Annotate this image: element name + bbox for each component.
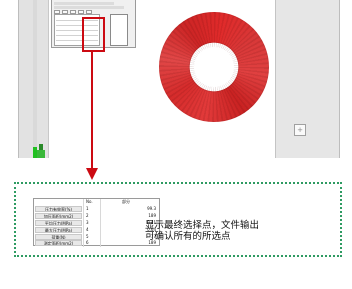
plus-icon[interactable]: + bbox=[294, 124, 306, 136]
row-label: 测定面积(mm2) bbox=[35, 240, 82, 246]
row-label: 加压面积(mm2) bbox=[35, 213, 82, 219]
row-label: 压力有效率(%) bbox=[35, 206, 82, 212]
table-row[interactable]: 加压面积(mm2) 2 189 bbox=[34, 213, 161, 220]
header-no: No. bbox=[86, 199, 93, 204]
row-value: 99.3 bbox=[147, 206, 156, 211]
table-row[interactable]: 最大压力(MPa) 4 0.64 bbox=[34, 227, 161, 234]
scale-tick bbox=[21, 118, 29, 124]
ring-hole bbox=[194, 47, 234, 87]
dialog-option-row[interactable] bbox=[54, 2, 114, 5]
row-number: 1 bbox=[86, 206, 89, 211]
dialog-option-row[interactable] bbox=[54, 6, 124, 9]
row-number: 4 bbox=[86, 227, 89, 232]
table-row[interactable]: 压力有效率(%) 1 99.3 bbox=[34, 206, 161, 213]
row-label: 最大压力(MPa) bbox=[35, 227, 82, 233]
note-line-1: 显示最终选择点，文件输出 bbox=[145, 220, 260, 231]
scale-tick bbox=[21, 38, 29, 44]
selection-highlight bbox=[82, 17, 105, 52]
right-panel: + bbox=[275, 0, 339, 158]
scale-tick bbox=[21, 78, 29, 84]
note-line-2: 可确认所有的所选点 bbox=[145, 231, 231, 242]
row-value: 189 bbox=[148, 213, 156, 218]
table-row[interactable]: 平均压力(MPa) 3 0.41 bbox=[34, 220, 161, 227]
scale-tick bbox=[21, 138, 29, 144]
pressure-scale-bar bbox=[19, 0, 49, 158]
scale-tick bbox=[21, 58, 29, 64]
dialog-part-column bbox=[110, 14, 128, 46]
row-number: 6 bbox=[86, 240, 89, 245]
row-number: 3 bbox=[86, 220, 89, 225]
row-number: 2 bbox=[86, 213, 89, 218]
scale-track bbox=[33, 0, 37, 158]
scale-marker-base bbox=[37, 150, 45, 158]
table-row[interactable]: 测定面积(mm2) 6 189 bbox=[34, 240, 161, 247]
header-part: 部分 bbox=[122, 199, 130, 204]
row-label: 平均压力(MPa) bbox=[35, 220, 82, 226]
result-table: No. 部分 压力有效率(%) 1 99.3 加压面积(mm2) 2 189 平… bbox=[33, 198, 161, 247]
app-window: + bbox=[18, 0, 340, 158]
scale-tick bbox=[21, 18, 29, 24]
arrow-down-icon bbox=[86, 168, 98, 180]
arrow-shaft bbox=[91, 52, 93, 170]
scale-tick bbox=[21, 98, 29, 104]
table-header: No. 部分 bbox=[34, 199, 161, 205]
explanation-note: 显示最终选择点，文件输出 可确认所有的所选点 bbox=[145, 220, 335, 242]
